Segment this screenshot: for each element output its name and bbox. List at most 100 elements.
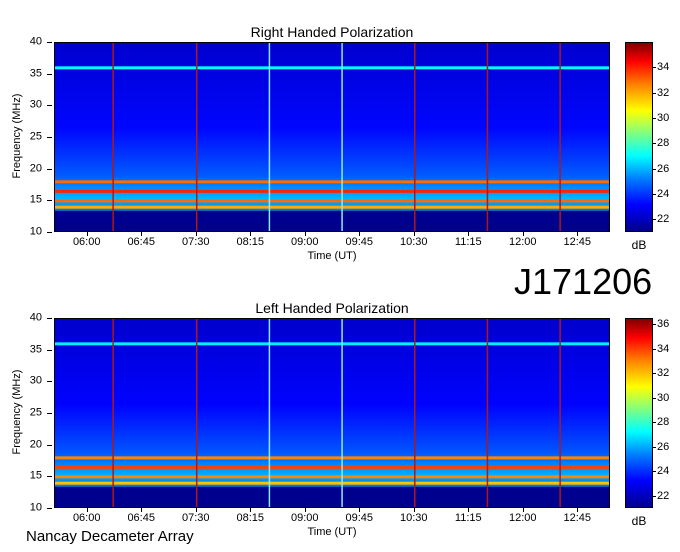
colorbar-tick-label: 30 — [657, 391, 670, 404]
y-tick-mark — [47, 73, 52, 75]
colorbar-tick-mark — [653, 118, 656, 119]
colorbar-tick-label: 28 — [657, 137, 670, 150]
y-tick-label: 35 — [29, 67, 42, 80]
emission-band — [55, 205, 609, 209]
colorbar-tick-mark — [653, 348, 656, 350]
emission-band — [55, 481, 609, 485]
colorbar — [625, 318, 653, 508]
low-frequency-cutoff — [55, 486, 609, 507]
colorbar-tick-label: 26 — [657, 162, 670, 175]
y-tick-mark — [47, 381, 52, 383]
y-tick-mark — [47, 476, 52, 478]
y-tick-mark — [47, 168, 52, 170]
spectrogram — [54, 318, 610, 508]
emission-band — [55, 465, 609, 469]
y-tick-label: 30 — [29, 98, 42, 111]
x-tick-mark — [86, 232, 88, 236]
x-tick-label: 12:45 — [563, 236, 592, 248]
x-tick-mark — [577, 232, 579, 236]
y-tick-mark — [47, 444, 52, 446]
emission-band — [55, 180, 609, 184]
colorbar-tick-label: 24 — [657, 188, 670, 200]
colorbar-tick-mark — [653, 495, 656, 497]
observatory-label: Nancay Decameter Array — [26, 528, 194, 545]
colorbar-tick-label: 34 — [657, 342, 670, 355]
x-tick-mark — [86, 508, 88, 512]
colorbar-tick-mark — [653, 422, 656, 424]
spectrogram-svg — [55, 43, 609, 231]
x-tick-label: 06:00 — [72, 236, 101, 248]
y-axis-label: Frequency (MHz) — [11, 93, 23, 179]
y-tick-label: 40 — [29, 311, 42, 324]
spectrogram-background — [55, 319, 609, 507]
colorbar-tick-label: 32 — [657, 367, 670, 380]
colorbar-unit: dB — [631, 514, 647, 528]
y-axis: Frequency (MHz) 10 15 20 25 30 35 40 — [0, 312, 52, 513]
x-tick-mark — [468, 232, 470, 236]
x-tick-label: 08:15 — [236, 236, 264, 248]
y-tick-label: 25 — [29, 406, 42, 419]
colorbar-ticks: 22 24 26 28 30 32 34 — [653, 42, 680, 232]
chart-title: Right Handed Polarization — [250, 24, 414, 40]
x-tick-mark — [250, 232, 252, 236]
y-tick-mark — [47, 349, 52, 351]
emission-band — [55, 189, 609, 193]
colorbar-tick-mark — [653, 219, 656, 221]
colorbar-tick-label: 30 — [657, 112, 670, 124]
x-tick-mark — [195, 232, 197, 236]
colorbar-tick-label: 28 — [657, 416, 670, 429]
x-tick-label: 07:30 — [181, 512, 210, 524]
colorbar-unit: dB — [631, 238, 647, 252]
x-tick-mark — [522, 508, 524, 512]
colorbar-ticks: 22 24 26 28 30 32 34 36 — [653, 318, 680, 508]
y-tick-mark — [47, 42, 52, 43]
x-tick-label: 09:00 — [290, 236, 319, 248]
colorbar-tick-label: 26 — [657, 440, 670, 453]
colorbar-tick-mark — [653, 373, 656, 375]
y-tick-mark — [47, 105, 52, 107]
x-tick-label: 10:30 — [399, 512, 428, 524]
x-tick-mark — [304, 232, 306, 236]
x-tick-mark — [577, 508, 579, 512]
y-tick-label: 35 — [29, 343, 42, 356]
x-tick-mark — [522, 232, 524, 236]
y-tick-mark — [47, 137, 52, 138]
colorbar-tick-mark — [653, 446, 656, 448]
x-tick-label: 06:45 — [127, 512, 155, 524]
y-tick-mark — [47, 318, 52, 319]
colorbar-tick-label: 34 — [657, 61, 670, 74]
y-tick-label: 30 — [29, 374, 42, 387]
colorbar-tick-label: 36 — [657, 318, 670, 331]
x-tick-label: 07:30 — [181, 236, 210, 248]
y-tick-label: 20 — [29, 438, 42, 451]
x-tick-mark — [359, 508, 361, 512]
y-tick-label: 10 — [29, 501, 42, 514]
low-frequency-cutoff — [55, 210, 609, 231]
y-tick-label: 15 — [29, 193, 42, 206]
colorbar-tick-mark — [653, 194, 656, 195]
x-tick-mark — [413, 232, 415, 236]
x-tick-mark — [468, 508, 470, 512]
y-tick-label: 10 — [29, 225, 42, 238]
x-tick-mark — [359, 232, 361, 236]
colorbar-tick-label: 22 — [657, 213, 670, 226]
x-tick-label: 11:15 — [454, 236, 482, 248]
x-tick-label: 12:00 — [509, 512, 537, 524]
colorbar-tick-mark — [653, 92, 656, 94]
x-tick-mark — [250, 508, 252, 512]
x-tick-label: 09:45 — [345, 512, 374, 524]
y-tick-mark — [47, 508, 52, 509]
x-tick-label: 10:30 — [399, 236, 428, 248]
colorbar-tick-mark — [653, 324, 656, 326]
spectrogram-svg — [55, 319, 609, 507]
x-tick-mark — [413, 508, 415, 512]
y-tick-mark — [47, 413, 52, 414]
y-tick-label: 40 — [29, 35, 42, 48]
x-tick-label: 11:15 — [454, 512, 482, 524]
colorbar-tick-label: 32 — [657, 86, 670, 99]
spectrogram-background — [55, 43, 609, 231]
x-axis: Time (UT) 06:00 06:45 07:30 08:15 09:00 09:45… — [54, 232, 610, 262]
colorbar-tick-mark — [653, 67, 656, 69]
x-tick-label: 12:45 — [563, 512, 592, 524]
x-tick-mark — [195, 508, 197, 512]
